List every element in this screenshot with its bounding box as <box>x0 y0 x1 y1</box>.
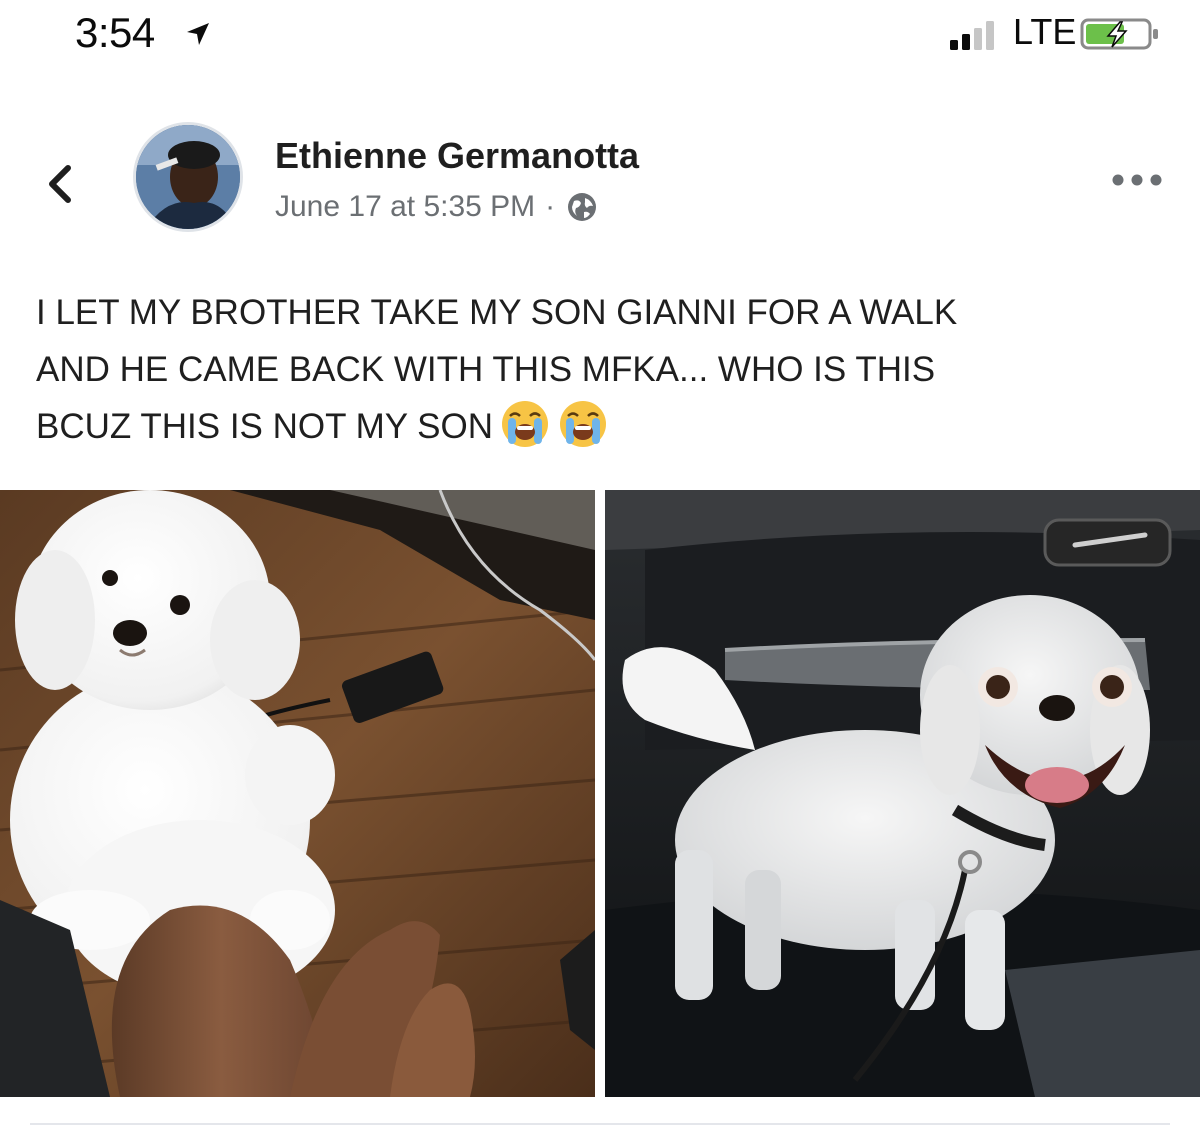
post-divider <box>30 1123 1170 1125</box>
loudly-crying-face-icon <box>560 401 607 447</box>
shaved-dog-in-car-photo[interactable] <box>605 490 1200 1097</box>
author-avatar[interactable] <box>133 122 243 232</box>
post-meta: June 17 at 5:35 PM · <box>275 190 599 224</box>
globe-icon <box>568 193 597 221</box>
post-timestamp[interactable]: June 17 at 5:35 PM <box>275 190 535 224</box>
caption-line: I LET MY BROTHER TAKE MY SON GIANNI FOR … <box>36 293 958 332</box>
caption-line: BCUZ THIS IS NOT MY SON <box>36 407 494 446</box>
location-arrow-icon <box>187 23 209 45</box>
back-button[interactable] <box>38 158 82 210</box>
post-caption: I LET MY BROTHER TAKE MY SON GIANNI FOR … <box>36 284 1156 455</box>
caption-line-with-emoji: BCUZ THIS IS NOT MY SON <box>36 398 1156 455</box>
caption-line: AND HE CAME BACK WITH THIS MFKA... WHO I… <box>36 350 936 389</box>
meta-separator: · <box>545 190 556 223</box>
network-type: LTE <box>1013 11 1077 52</box>
signal-bars-icon <box>950 21 994 50</box>
fluffy-white-dog-photo[interactable] <box>0 490 595 1097</box>
avatar-photo <box>136 125 240 229</box>
status-time: 3:54 <box>75 9 155 56</box>
battery-charging-icon <box>1080 18 1158 50</box>
status-bar: 3:54 LTE <box>0 0 1200 70</box>
loudly-crying-face-icon <box>502 401 549 447</box>
more-options-button[interactable] <box>1110 170 1164 190</box>
author-name[interactable]: Ethienne Germanotta <box>275 135 639 177</box>
